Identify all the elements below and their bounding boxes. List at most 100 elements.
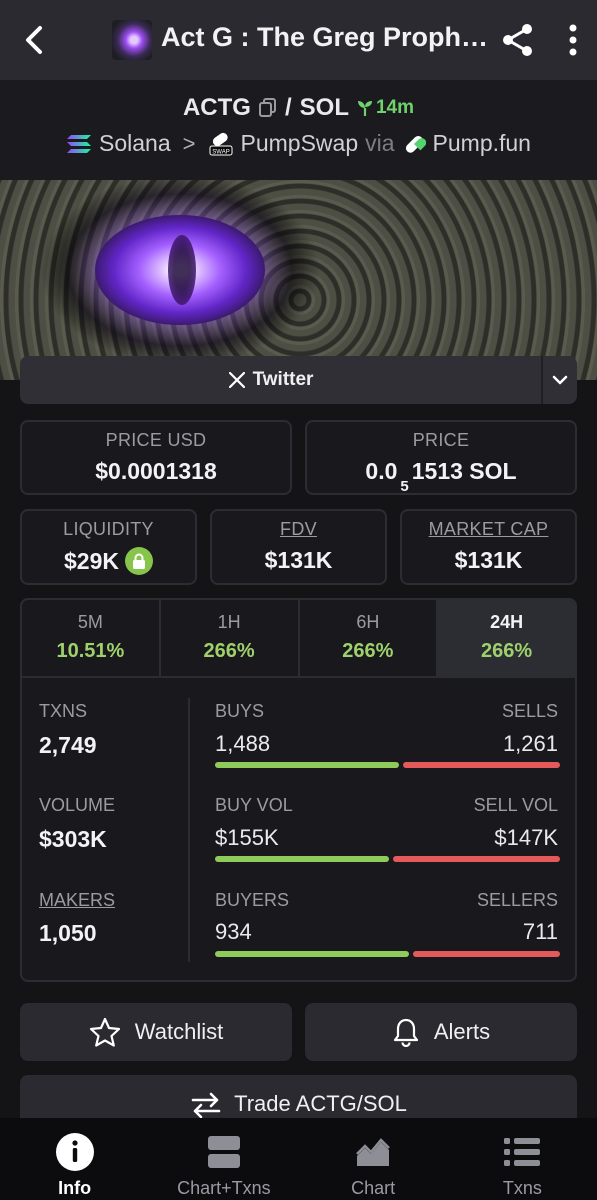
nav-chart[interactable]: Chart <box>299 1118 448 1200</box>
buyers-label: BUYERS <box>215 890 290 910</box>
tab-label: 24H <box>490 612 524 632</box>
alerts-button[interactable]: Alerts <box>305 1003 577 1061</box>
tab-label: 5M <box>77 612 103 632</box>
price-usd-card: PRICE USD $0.0001318 <box>20 420 292 495</box>
liquidity-label: LIQUIDITY <box>63 519 154 539</box>
bottom-nav: Info Chart+Txns Chart Txns <box>0 1118 597 1200</box>
token-banner-image <box>0 180 597 380</box>
tab-5m[interactable]: 5M 10.51% <box>22 600 161 676</box>
chevron-right-icon: > <box>182 130 196 156</box>
socials-bar: Twitter <box>20 356 577 404</box>
txns-value: 2,749 <box>39 732 97 758</box>
chevron-down-icon <box>552 375 568 385</box>
back-arrow-icon[interactable] <box>18 22 52 58</box>
nav-label: Chart <box>351 1178 396 1198</box>
pair-age-value: 14m <box>375 97 415 118</box>
price-usd-label: PRICE USD <box>105 430 207 450</box>
fdv-label[interactable]: FDV <box>212 519 385 540</box>
twitter-button[interactable]: Twitter <box>20 356 522 404</box>
buys-value: 1,488 <box>215 731 271 756</box>
liquidity-value-row: $29K <box>22 547 195 575</box>
star-icon <box>89 1017 120 1047</box>
info-icon <box>55 1132 95 1172</box>
makers-label[interactable]: MAKERS <box>39 890 115 911</box>
svg-text:SWAP: SWAP <box>212 149 229 155</box>
tab-24h[interactable]: 24H 266% <box>438 600 575 676</box>
more-vert-icon[interactable] <box>560 22 586 58</box>
market-cap-value: $131K <box>454 547 523 573</box>
swap-arrows-icon <box>191 1092 221 1119</box>
tab-6h[interactable]: 6H 266% <box>300 600 439 676</box>
txns-label: TXNS <box>39 701 88 721</box>
watchlist-label: Watchlist <box>134 1019 224 1044</box>
sell-vol-value: $147K <box>494 825 558 850</box>
sellers-bar <box>413 951 560 957</box>
tab-change: 266% <box>342 640 394 662</box>
tab-change: 266% <box>203 640 255 662</box>
price-native-label: PRICE <box>412 430 470 450</box>
page-title: Act G : The Greg Prophecy <box>161 22 491 52</box>
copy-icon[interactable] <box>258 98 277 118</box>
nav-chart-txns[interactable]: Chart+Txns <box>149 1118 298 1200</box>
nav-label: Txns <box>502 1178 542 1198</box>
share-icon[interactable] <box>500 22 536 58</box>
stats-panel: 5M 10.51% 1H 266% 6H 266% 24H 266% TXNS … <box>20 598 577 982</box>
x-logo-icon <box>228 372 245 388</box>
fdv-value: $131K <box>264 547 333 573</box>
tab-1h[interactable]: 1H 266% <box>161 600 300 676</box>
pair-base: ACTG <box>182 94 251 121</box>
volume-value: $303K <box>39 826 107 852</box>
seedling-icon <box>357 101 372 116</box>
token-avatar <box>112 20 152 60</box>
chart-icon <box>353 1132 393 1172</box>
route-line: Solana > SWAP PumpSwap via Pump.fun <box>0 130 597 157</box>
market-cap-label[interactable]: MARKET CAP <box>402 519 575 540</box>
sells-value: 1,261 <box>502 731 558 756</box>
liquidity-value: $29K <box>64 547 119 574</box>
pair-separator: / <box>284 94 292 121</box>
buy-vol-value: $155K <box>215 825 279 850</box>
makers-value: 1,050 <box>39 920 97 946</box>
solana-icon <box>67 134 92 153</box>
nav-txns[interactable]: Txns <box>448 1118 597 1200</box>
chain-link[interactable]: Solana <box>99 130 171 157</box>
buyers-value: 934 <box>215 919 252 944</box>
sell-vol-label: SELL VOL <box>473 795 558 815</box>
chart-txns-icon <box>204 1132 244 1172</box>
price-native-zero-count: 5 <box>400 477 409 495</box>
twitter-label: Twitter <box>252 369 314 390</box>
tab-label: 1H <box>217 612 241 632</box>
pumpfun-icon <box>405 135 426 153</box>
sellers-value: 711 <box>522 919 558 944</box>
sells-label: SELLS <box>501 701 558 721</box>
price-native-prefix: 0.0 <box>365 458 398 484</box>
price-native-card: PRICE 0.051513 SOL <box>305 420 577 495</box>
list-icon <box>502 1132 542 1172</box>
pair-age: 14m <box>357 97 414 119</box>
tab-change: 10.51% <box>56 640 125 662</box>
tab-label: 6H <box>356 612 380 632</box>
launchpad-link[interactable]: Pump.fun <box>433 130 531 157</box>
dex-link[interactable]: PumpSwap <box>241 130 359 157</box>
sells-bar <box>403 762 560 768</box>
timeframe-tabs: 5M 10.51% 1H 266% 6H 266% 24H 266% <box>22 600 575 678</box>
lock-icon[interactable] <box>124 547 153 575</box>
nav-label: Chart+Txns <box>177 1178 271 1198</box>
market-cap-card: MARKET CAP $131K <box>400 509 577 585</box>
price-usd-value: $0.0001318 <box>95 458 217 484</box>
volume-label: VOLUME <box>39 795 116 815</box>
pair-header: ACTG / SOL 14m Solana > SWAP PumpSwap vi… <box>0 80 597 180</box>
buys-bar <box>215 762 399 768</box>
price-native-suffix: 1513 SOL <box>411 458 517 484</box>
nav-info[interactable]: Info <box>0 1118 149 1200</box>
watchlist-button[interactable]: Watchlist <box>20 1003 292 1061</box>
fdv-card: FDV $131K <box>210 509 387 585</box>
sell-vol-bar <box>393 856 560 862</box>
app-bar: Act G : The Greg Prophecy <box>0 0 597 80</box>
buy-vol-bar <box>215 856 389 862</box>
via-label: via <box>365 130 395 156</box>
price-native-value: 0.051513 SOL <box>307 458 575 495</box>
pair-quote: SOL <box>299 94 349 121</box>
liquidity-card: LIQUIDITY $29K <box>20 509 197 585</box>
socials-expand-button[interactable] <box>543 356 577 404</box>
